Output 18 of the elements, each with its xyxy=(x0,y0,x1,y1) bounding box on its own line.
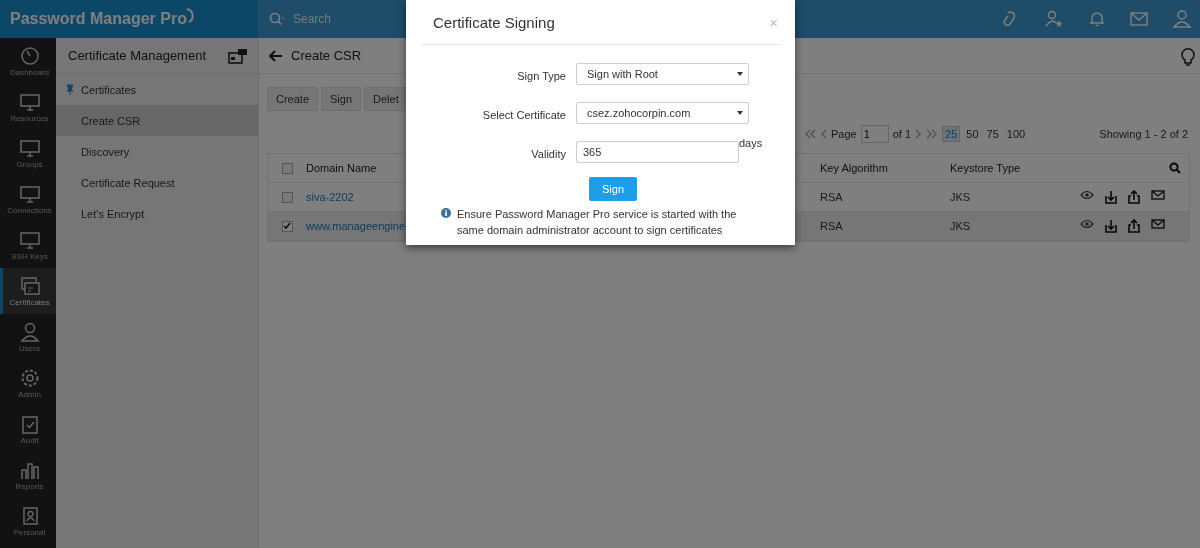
dialog-title: Certificate Signing xyxy=(433,13,555,31)
record-count: Showing 1 - 2 of 2 xyxy=(1099,128,1188,140)
column-header: Key Algorithm xyxy=(820,162,889,174)
column-header: Keystore Type xyxy=(950,162,1022,174)
field-label: Sign Type xyxy=(516,68,566,82)
column-header: Domain Name xyxy=(306,162,378,174)
sidebar-title: Certificate Management xyxy=(68,48,206,63)
page-label: Page xyxy=(831,128,857,140)
unit-label: days xyxy=(739,137,763,149)
table-cell-text: JKS xyxy=(950,191,972,203)
table-cell-text: RSA xyxy=(820,220,844,232)
table-cell-text: JKS xyxy=(950,220,972,232)
field-label: Select Certificate xyxy=(481,107,566,121)
page-count: of 1 xyxy=(892,128,912,140)
table-cell-text: RSA xyxy=(820,191,844,203)
info-message: Ensure Password Manager Pro service is started with the same domain administrator account to sign certificates xyxy=(457,207,738,238)
page-title: Create CSR xyxy=(291,48,362,63)
field-label: Validity xyxy=(530,146,566,160)
